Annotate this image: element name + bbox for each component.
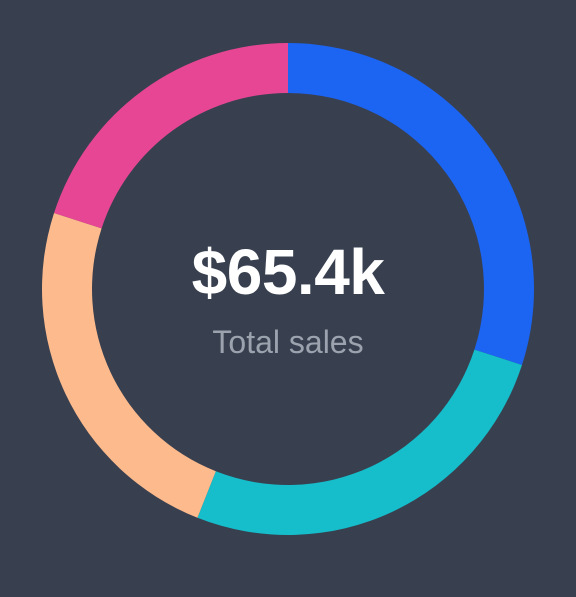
total-sales-value: $65.4k — [191, 236, 385, 308]
donut-slice-1[interactable] — [288, 43, 534, 366]
donut-slice-4[interactable] — [54, 43, 288, 229]
total-sales-label: Total sales — [212, 324, 364, 360]
sales-donut-card: $65.4k Total sales — [0, 0, 576, 597]
donut-slice-2[interactable] — [197, 349, 522, 535]
